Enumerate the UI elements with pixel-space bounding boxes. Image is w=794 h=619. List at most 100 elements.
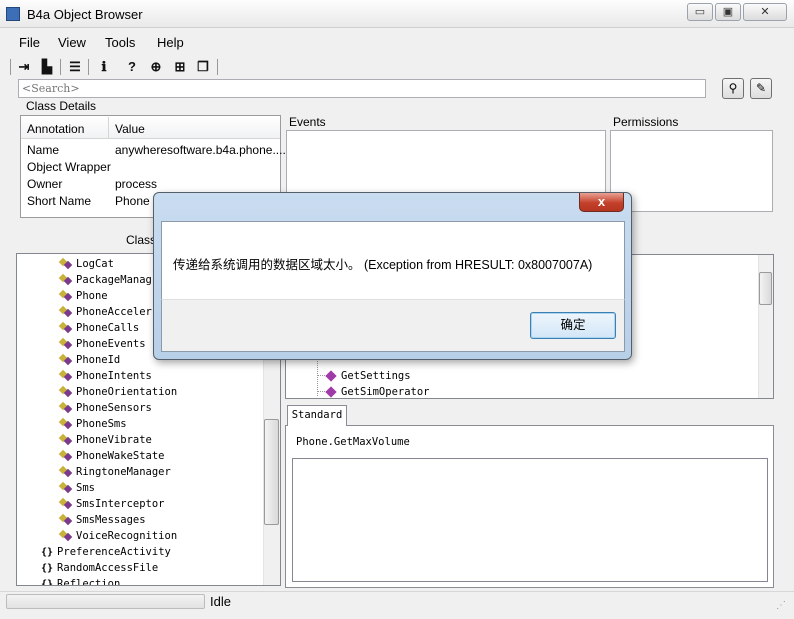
tree-item-label: VoiceRecognition [76,530,178,542]
value-cell: process [115,177,158,191]
tree-item-label: SmsInterceptor [76,498,165,510]
class-icon [59,370,73,382]
tree-item-label: PhoneWakeState [76,450,165,462]
toolbar-separator [10,59,11,75]
tree-item[interactable]: Sms [17,480,280,496]
class-icon [59,386,73,398]
tree-scrollbar-thumb[interactable] [264,419,279,525]
tree-item-label: LogCat [76,258,114,270]
class-icon [59,482,73,494]
copy-icon[interactable]: ❐ [194,58,212,76]
events-label: Events [289,115,326,129]
method-icon [325,370,337,382]
annotation-cell: Short Name [27,194,92,208]
class-icon [59,450,73,462]
tree-item-label: PhoneOrientation [76,386,178,398]
menu-tools[interactable]: Tools [105,35,135,50]
tree-item[interactable]: PhoneIntents [17,368,280,384]
tree-item-label: PackageManag [76,274,152,286]
documentation-text[interactable] [292,458,768,582]
globe-icon[interactable]: ⊕ [147,58,165,76]
tree-item-label: PhoneAcceler [76,306,152,318]
tree-item-label: RandomAccessFile [57,562,159,574]
annotation-cell: Owner [27,177,63,191]
tree-item-label: SmsMessages [76,514,146,526]
tree-item-label: PhoneSms [76,418,127,430]
class-icon [59,258,73,270]
minimize-button[interactable]: ▭ [687,3,713,21]
permissions-list[interactable] [610,130,773,212]
tab-standard[interactable]: Standard [287,405,347,426]
method-signature: Phone.GetMaxVolume [296,436,410,448]
tree-item[interactable]: SmsInterceptor [17,496,280,512]
class-icon [59,274,73,286]
list-item[interactable]: GetSettings [317,368,411,384]
toolbar [0,56,794,78]
dialog-close-button[interactable]: x [579,193,624,212]
tree-item-label: PreferenceActivity [57,546,171,558]
tree-item[interactable]: PhoneOrientation [17,384,280,400]
tree-item[interactable]: PhoneSensors [17,400,280,416]
search-input[interactable] [18,79,706,98]
info-icon[interactable]: ℹ [95,58,113,76]
tree-item[interactable]: PhoneVibrate [17,432,280,448]
column-header-value[interactable]: Value [115,122,145,136]
tree-item-label: PhoneVibrate [76,434,152,446]
close-window-button[interactable]: ✕ [743,3,787,21]
column-divider[interactable] [108,117,109,138]
toolbar-separator [60,59,61,75]
status-text: Idle [210,594,231,609]
class-icon [59,434,73,446]
value-cell: anywheresoftware.b4a.phone.... [115,143,286,157]
list-icon[interactable]: ☰ [66,58,84,76]
search-options-button[interactable]: ⚲ [722,78,744,99]
tree-item-label: Reflection [57,578,121,586]
toolbar-separator [217,59,218,75]
class-icon [59,530,73,542]
maximize-button[interactable]: ▣ [715,3,741,21]
list-item[interactable]: GetSimOperator [317,384,430,398]
app-icon [6,7,20,21]
permissions-label: Permissions [613,115,679,129]
tree-item[interactable]: {} PreferenceActivity [17,544,280,560]
menu-file[interactable]: File [19,35,40,50]
library-icon: {} [41,579,54,586]
window-title: B4a Object Browser [27,7,143,22]
column-header-annotation[interactable]: Annotation [27,122,84,136]
tree-item-label: PhoneIntents [76,370,152,382]
gift-icon[interactable]: ⊞ [171,58,189,76]
members-scrollbar-thumb[interactable] [759,272,772,305]
tree-item[interactable]: SmsMessages [17,512,280,528]
tree-item-label: PhoneEvents [76,338,146,350]
resize-grip-icon[interactable]: ⋰ [776,600,786,611]
method-icon [325,386,337,398]
class-icon [59,306,73,318]
tree-item[interactable]: VoiceRecognition [17,528,280,544]
class-icon [59,354,73,366]
menu-view[interactable]: View [58,35,86,50]
tree-item-label: PhoneId [76,354,121,366]
help-icon[interactable]: ? [123,58,141,76]
class-icon [59,322,73,334]
class-icon [59,402,73,414]
tree-item[interactable]: {} Reflection [17,576,280,586]
dialog-ok-button[interactable]: 确定 [530,312,616,339]
dialog-message: 传递给系统调用的数据区域太小。 (Exception from HRESULT:… [173,258,593,272]
menu-help[interactable]: Help [157,35,184,50]
class-details-label: Class Details [25,99,98,113]
annotation-cell: Name [27,143,60,157]
tree-item[interactable]: PhoneSms [17,416,280,432]
clear-search-button[interactable]: ✎ [750,78,772,99]
tree-item[interactable]: PhoneWakeState [17,448,280,464]
new-file-icon[interactable]: ▙ [38,58,56,76]
class-icon [59,290,73,302]
tree-item-label: RingtoneManager [76,466,171,478]
tree-item[interactable]: {} RandomAccessFile [17,560,280,576]
class-icon [59,466,73,478]
tree-item-label: Sms [76,482,95,494]
class-icon [59,514,73,526]
tree-item[interactable]: RingtoneManager [17,464,280,480]
class-icon [59,338,73,350]
value-cell: Phone [115,194,150,208]
exit-icon[interactable]: ⇥ [15,58,33,76]
